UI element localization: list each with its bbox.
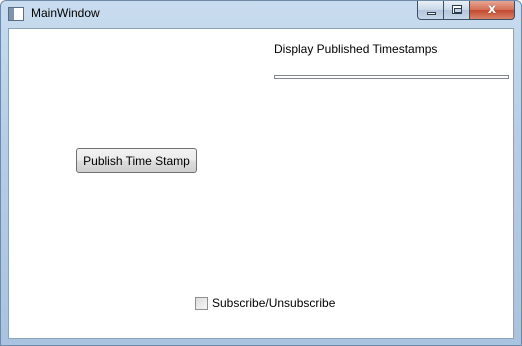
display-timestamps-label: Display Published Timestamps (274, 42, 438, 56)
subscribe-checkbox[interactable]: Subscribe/Unsubscribe (195, 296, 335, 310)
window-title: MainWindow (31, 6, 100, 20)
close-icon: x (487, 2, 497, 17)
maximize-icon (452, 5, 462, 14)
close-button[interactable]: x (470, 1, 515, 20)
timestamps-listbox[interactable] (274, 75, 509, 79)
client-area: Display Published Timestamps Publish Tim… (8, 28, 514, 339)
caption-buttons: x (417, 1, 515, 20)
minimize-button[interactable] (417, 1, 444, 20)
subscribe-checkbox-label[interactable]: Subscribe/Unsubscribe (212, 296, 335, 310)
title-bar[interactable]: MainWindow x (1, 1, 521, 28)
app-window-icon[interactable] (8, 7, 24, 21)
publish-time-stamp-button[interactable]: Publish Time Stamp (76, 148, 197, 173)
main-window: MainWindow x Display Published Timestamp… (0, 0, 522, 346)
checkbox-box[interactable] (195, 296, 208, 310)
minimize-icon (427, 12, 436, 15)
maximize-button[interactable] (444, 1, 470, 20)
